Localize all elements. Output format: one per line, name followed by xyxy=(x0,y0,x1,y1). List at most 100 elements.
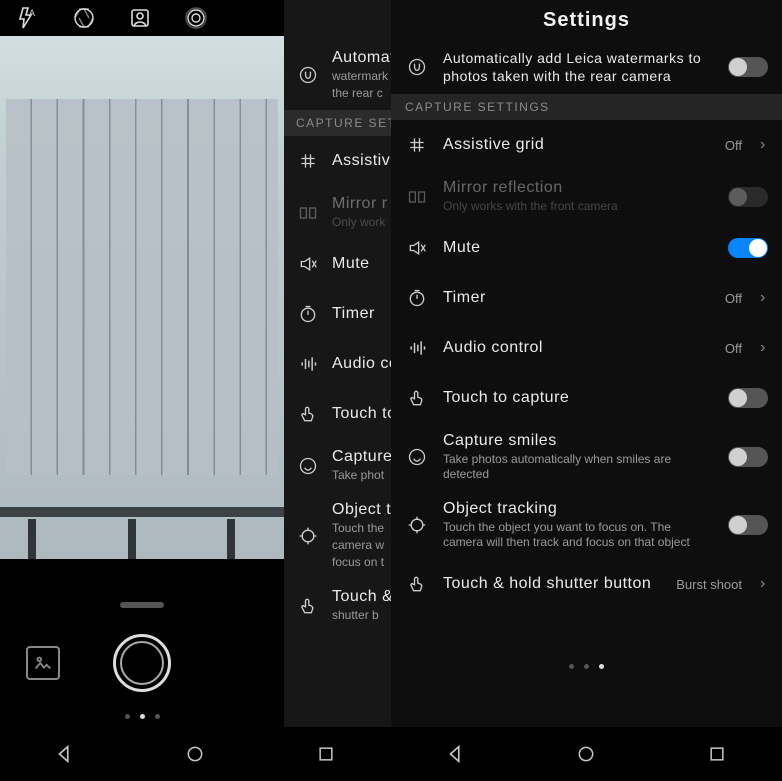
row-value: Burst shoot xyxy=(676,577,742,592)
row-label: Capture xyxy=(332,448,391,466)
mirror-icon xyxy=(296,201,320,225)
audio-icon xyxy=(405,336,429,360)
row-value: Off xyxy=(725,138,742,153)
row-label: Object tracking xyxy=(443,500,714,518)
settings-list[interactable]: Automatically add Leica watermarks to ph… xyxy=(391,40,782,727)
smile-icon xyxy=(296,454,320,478)
settings-row-touchcapture[interactable]: Touch to xyxy=(284,389,391,439)
svg-text:A: A xyxy=(29,8,35,18)
row-label: Automatically xyxy=(332,49,391,67)
settings-row-touchhold[interactable]: Touch & shutter b xyxy=(284,579,391,632)
android-navbar xyxy=(0,727,391,781)
row-label: Timer xyxy=(443,289,711,307)
camera-mode-dots xyxy=(0,714,284,719)
row-sub: Only works with the front camera xyxy=(443,199,714,214)
nav-recents-icon[interactable] xyxy=(703,740,731,768)
target-icon xyxy=(405,513,429,537)
settings-row-timer[interactable]: Timer Off › xyxy=(391,273,782,323)
row-label: Audio co xyxy=(332,355,391,373)
row-sub: Touch the xyxy=(332,521,391,536)
row-label: Mute xyxy=(443,239,714,257)
effects-icon[interactable] xyxy=(182,4,210,32)
settings-title: Settings xyxy=(391,0,782,40)
row-label: Audio control xyxy=(443,339,711,357)
row-label: Timer xyxy=(332,305,391,323)
settings-row-grid[interactable]: Assistive grid Off › xyxy=(391,120,782,170)
watermark-icon xyxy=(405,55,429,79)
settings-row-touchhold[interactable]: Touch & hold shutter button Burst shoot … xyxy=(391,559,782,609)
settings-row-audio[interactable]: Audio co xyxy=(284,339,391,389)
section-header-capture: CAPTURE SETTINGS xyxy=(391,94,782,120)
nav-back-icon[interactable] xyxy=(51,740,79,768)
settings-row-timer[interactable]: Timer xyxy=(284,289,391,339)
settings-row-mirror: Mirror reflection Only works with the fro… xyxy=(391,170,782,223)
touch-hold-icon xyxy=(405,572,429,596)
touch-icon xyxy=(405,386,429,410)
row-label: Touch to xyxy=(332,405,391,423)
chevron-right-icon: › xyxy=(760,136,768,154)
toggle-smiles[interactable] xyxy=(728,447,768,467)
nav-back-icon[interactable] xyxy=(442,740,470,768)
row-label: Capture smiles xyxy=(443,432,714,450)
audio-icon xyxy=(296,352,320,376)
nav-home-icon[interactable] xyxy=(181,740,209,768)
settings-row-mute[interactable]: Mute xyxy=(391,223,782,273)
settings-row-watermark[interactable]: Automatically watermark the rear c xyxy=(284,40,391,110)
settings-page-dots xyxy=(391,664,782,669)
mirror-icon xyxy=(405,185,429,209)
toggle-tracking[interactable] xyxy=(728,515,768,535)
nav-home-icon[interactable] xyxy=(572,740,600,768)
modes-drawer-handle[interactable] xyxy=(120,602,164,608)
row-sub: Take phot xyxy=(332,468,391,483)
section-header-capture: CAPTURE SETTINGS xyxy=(284,110,391,136)
row-sub: Only work xyxy=(332,215,391,230)
chevron-right-icon: › xyxy=(760,339,768,357)
toggle-mirror xyxy=(728,187,768,207)
settings-row-mirror: Mirror rOnly work xyxy=(284,186,391,239)
row-label: Object t xyxy=(332,501,391,519)
settings-row-audio[interactable]: Audio control Off › xyxy=(391,323,782,373)
settings-row-grid[interactable]: Assistiv xyxy=(284,136,391,186)
shutter-button[interactable] xyxy=(113,634,171,692)
mute-icon xyxy=(296,252,320,276)
smile-icon xyxy=(405,445,429,469)
chevron-right-icon: › xyxy=(760,289,768,307)
settings-row-touchcapture[interactable]: Touch to capture xyxy=(391,373,782,423)
row-sub: Take photos automatically when smiles ar… xyxy=(443,452,714,482)
settings-row-tracking[interactable]: Object trackingTouch the object you want… xyxy=(391,491,782,559)
row-label: Mirror reflection xyxy=(443,179,714,197)
camera-viewfinder[interactable] xyxy=(0,36,284,559)
row-sub: watermark xyxy=(332,69,391,84)
row-label: Assistiv xyxy=(332,152,391,170)
row-sub: camera w xyxy=(332,538,391,553)
row-label: Touch & xyxy=(332,588,391,606)
portrait-icon[interactable] xyxy=(126,4,154,32)
target-icon xyxy=(296,524,320,548)
toggle-mute[interactable] xyxy=(728,238,768,258)
row-label: Touch & hold shutter button xyxy=(443,575,662,593)
nav-recents-icon[interactable] xyxy=(312,740,340,768)
gallery-thumbnail-icon[interactable] xyxy=(26,646,60,680)
watermark-icon xyxy=(296,63,320,87)
settings-row-watermark[interactable]: Automatically add Leica watermarks to ph… xyxy=(391,40,782,94)
row-label: Touch to capture xyxy=(443,389,714,407)
grid-icon xyxy=(296,149,320,173)
settings-row-smiles[interactable]: Capture smiles Take photos automatically … xyxy=(391,423,782,491)
android-navbar xyxy=(391,727,782,781)
settings-row-smiles[interactable]: Capture Take phot xyxy=(284,439,391,492)
row-sub: shutter b xyxy=(332,608,391,623)
row-label: Assistive grid xyxy=(443,136,711,154)
row-value: Off xyxy=(725,341,742,356)
aperture-icon[interactable] xyxy=(70,4,98,32)
settings-panel[interactable]: Settings Automatically add Leica waterma… xyxy=(391,0,782,727)
settings-row-mute[interactable]: Mute xyxy=(284,239,391,289)
flash-auto-icon[interactable]: A xyxy=(14,4,42,32)
touch-hold-icon xyxy=(296,594,320,618)
toggle-watermark[interactable] xyxy=(728,57,768,77)
row-label: Automatically add Leica watermarks to ph… xyxy=(443,49,714,85)
mute-icon xyxy=(405,236,429,260)
settings-row-tracking[interactable]: Object tTouch thecamera wfocus on t xyxy=(284,492,391,579)
row-sub: the rear c xyxy=(332,86,391,101)
settings-panel-partial[interactable]: Automatically watermark the rear c CAPTU… xyxy=(284,0,391,727)
toggle-touchcapture[interactable] xyxy=(728,388,768,408)
